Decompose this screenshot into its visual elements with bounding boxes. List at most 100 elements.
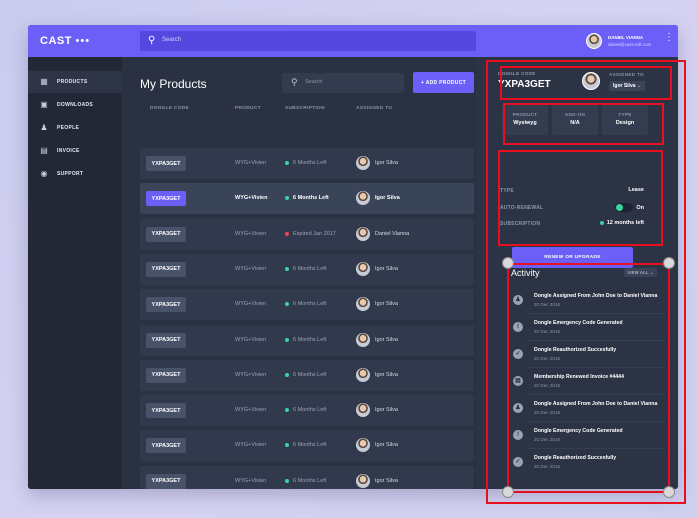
subscription-cell: 6 Months Left bbox=[285, 337, 326, 343]
avatar bbox=[356, 297, 370, 312]
global-search-input[interactable]: ⚲ Search bbox=[140, 31, 476, 51]
sidebar-item-support[interactable]: ◉ SUPPORT bbox=[28, 163, 122, 185]
logo[interactable]: CAST ••• bbox=[40, 35, 90, 47]
status-dot bbox=[285, 231, 289, 236]
table-row[interactable]: YXPA3GET WYG+Vivien 6 Months Left Igor Silv… bbox=[140, 359, 474, 391]
dongle-code-chip[interactable]: YXPA3GET bbox=[146, 403, 186, 419]
subscription-text: 6 Months Left bbox=[293, 477, 327, 484]
assigned-name: Igor Silva bbox=[375, 442, 398, 449]
subscription-text: 6 Months Left bbox=[293, 371, 327, 378]
status-dot bbox=[285, 372, 289, 377]
add-product-button[interactable]: + ADD PRODUCT bbox=[413, 72, 474, 93]
product-cell: WYG+Vivien bbox=[235, 407, 267, 414]
avatar bbox=[356, 473, 370, 488]
product-cell: WYG+Vivien bbox=[235, 195, 268, 202]
assigned-cell: Igor Silva bbox=[356, 403, 398, 418]
invoice-icon: ▤ bbox=[40, 146, 48, 155]
product-cell: WYG+Vivien bbox=[235, 160, 267, 166]
search-icon: ⚲ bbox=[291, 77, 298, 87]
status-dot bbox=[285, 161, 289, 165]
subscription-text: 6 Months Left bbox=[293, 160, 327, 166]
products-panel: My Products ⚲ Search + ADD PRODUCT DONGL… bbox=[122, 57, 476, 489]
subscription-cell: 6 Months Left bbox=[285, 160, 326, 166]
assigned-name: Daniel Vianna bbox=[375, 230, 410, 237]
page-title: My Products bbox=[140, 77, 207, 91]
dongle-code-chip[interactable]: YXPA3GET bbox=[146, 261, 186, 277]
product-cell: WYG+Vivien bbox=[235, 442, 267, 449]
table-row[interactable]: YXPA3GET WYG+Vivien 6 Months Left Igor Silv… bbox=[140, 430, 474, 462]
products-search-input[interactable]: ⚲ Search bbox=[282, 73, 404, 93]
assigned-cell: Igor Silva bbox=[356, 261, 398, 276]
globe-icon: ◉ bbox=[40, 169, 48, 178]
table-row[interactable]: YXPA3GET WYG+Vivien 6 Months Left Igor Silv… bbox=[140, 395, 474, 427]
table-row[interactable]: YXPA3GET WYG+Vivien 6 Months Left Igor Silv… bbox=[140, 183, 474, 215]
sidebar-item-invoice[interactable]: ▤ INVOICE bbox=[28, 140, 122, 162]
sidebar-item-label: PRODUCTS bbox=[57, 79, 88, 85]
subscription-text: 6 Months Left bbox=[293, 407, 327, 414]
subscription-text: 6 Months Left bbox=[293, 336, 327, 343]
status-dot bbox=[285, 302, 289, 307]
resize-handle-top-left[interactable] bbox=[502, 257, 514, 269]
table-row[interactable]: YXPA3GET WYG+Vivien Expired Jan 2017 Daniel… bbox=[140, 218, 474, 250]
annotation-box-activity bbox=[507, 263, 670, 493]
table-row[interactable]: YXPA3GET WYG+Vivien 6 Months Left Igor Silv… bbox=[140, 253, 474, 285]
status-dot bbox=[285, 266, 289, 271]
sidebar-item-label: DOWNLOADS bbox=[57, 102, 94, 108]
status-dot bbox=[285, 337, 289, 342]
subscription-cell: 6 Months Left bbox=[285, 442, 326, 448]
subscription-text: 6 Months Left bbox=[293, 265, 327, 272]
user-email: daniel@cast-soft.com bbox=[608, 42, 652, 47]
subscription-cell: 6 Months Left bbox=[285, 407, 326, 413]
status-dot bbox=[285, 478, 289, 483]
resize-handle-bottom-left[interactable] bbox=[502, 486, 514, 498]
table-row[interactable]: YXPA3GET WYG+Vivien 6 Months Left Igor Silv… bbox=[140, 465, 474, 489]
annotation-box-cards bbox=[503, 103, 664, 145]
column-header-assigned-to[interactable]: ASSIGNED TO bbox=[356, 106, 392, 111]
dongle-code-chip[interactable]: YXPA3GET bbox=[146, 438, 186, 454]
product-cell: WYG+Vivien bbox=[235, 265, 267, 272]
more-menu-icon[interactable]: ⋮ bbox=[664, 33, 674, 43]
assigned-cell: Igor Silva bbox=[356, 156, 398, 170]
sidebar-item-downloads[interactable]: ▣ DOWNLOADS bbox=[28, 94, 122, 116]
dongle-code-chip[interactable]: YXPA3GET bbox=[146, 297, 186, 313]
column-header-product[interactable]: PRODUCT bbox=[235, 106, 261, 111]
assigned-name: Igor Silva bbox=[375, 160, 398, 166]
subscription-text: 6 Months Left bbox=[293, 301, 327, 308]
subscription-cell: 6 Months Left bbox=[285, 266, 326, 272]
sidebar-item-people[interactable]: ♟ PEOPLE bbox=[28, 117, 122, 139]
sidebar-item-label: PEOPLE bbox=[57, 125, 80, 131]
sidebar-item-products[interactable]: ▦ PRODUCTS bbox=[28, 71, 122, 93]
dongle-code-chip[interactable]: YXPA3GET bbox=[146, 332, 186, 348]
product-cell: WYG+Vivien bbox=[235, 301, 267, 308]
table-row[interactable]: YXPA3GET WYG+Vivien 6 Months Left Igor Silv… bbox=[140, 289, 474, 321]
dongle-code-chip[interactable]: YXPA3GET bbox=[146, 473, 186, 489]
column-header-subscription[interactable]: SUBSCRIPTION bbox=[285, 106, 325, 111]
assigned-name: Igor Silva bbox=[375, 336, 398, 343]
subscription-cell: Expired Jan 2017 bbox=[285, 231, 336, 237]
product-cell: WYG+Vivien bbox=[235, 371, 267, 378]
people-icon: ♟ bbox=[40, 123, 48, 132]
top-bar: CAST ••• ⚲ Search DANIEL VIANNA daniel@c… bbox=[28, 25, 678, 57]
search-placeholder: Search bbox=[162, 37, 182, 43]
subscription-text: Expired Jan 2017 bbox=[293, 230, 336, 237]
column-header-dongle-code[interactable]: DONGLE CODE bbox=[150, 106, 189, 111]
table-row[interactable]: YXPA3GET WYG+Vivien 6 Months Left Igor Silv… bbox=[140, 324, 474, 356]
user-name: DANIEL VIANNA bbox=[608, 35, 644, 40]
dongle-code-chip[interactable]: YXPA3GET bbox=[146, 226, 186, 242]
resize-handle-top-right[interactable] bbox=[663, 257, 675, 269]
sidebar-item-label: SUPPORT bbox=[57, 171, 84, 177]
avatar bbox=[586, 33, 602, 49]
resize-handle-bottom-right[interactable] bbox=[663, 486, 675, 498]
grid-icon: ▦ bbox=[40, 77, 48, 86]
assigned-cell: Igor Silva bbox=[356, 332, 398, 347]
dongle-code-chip[interactable]: YXPA3GET bbox=[146, 156, 186, 171]
assigned-name: Igor Silva bbox=[375, 195, 400, 202]
assigned-cell: Igor Silva bbox=[356, 438, 398, 453]
avatar bbox=[356, 367, 370, 382]
dongle-code-chip[interactable]: YXPA3GET bbox=[146, 367, 186, 383]
assigned-cell: Daniel Vianna bbox=[356, 226, 410, 241]
table-row[interactable]: YXPA3GET WYG+Vivien 6 Months Left Igor Silv… bbox=[140, 148, 474, 179]
annotation-box-header bbox=[500, 66, 672, 100]
assigned-name: Igor Silva bbox=[375, 301, 398, 308]
dongle-code-chip[interactable]: YXPA3GET bbox=[146, 191, 186, 207]
